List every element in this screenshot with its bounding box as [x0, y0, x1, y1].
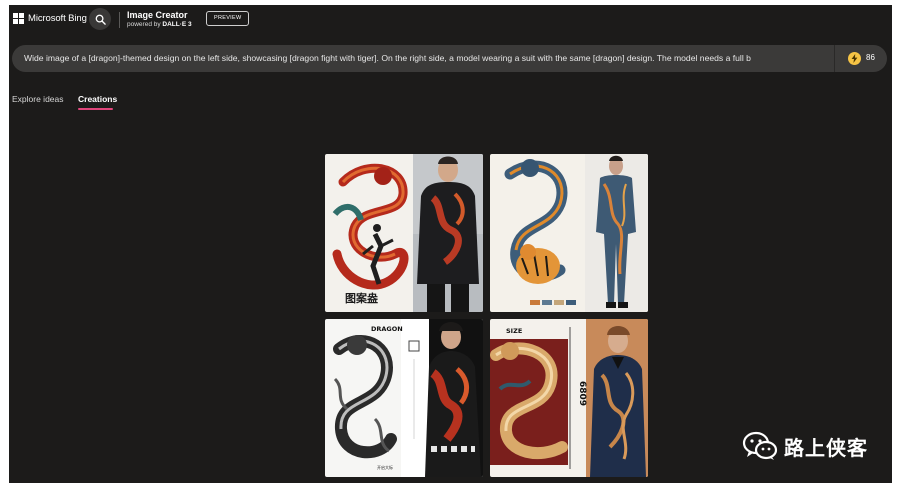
- card3-footer: 开启大标: [377, 464, 393, 470]
- search-button[interactable]: [89, 8, 111, 30]
- product-subtitle: powered by DALL·E 3: [127, 21, 192, 28]
- image-creator-app: Microsoft Bing Image Creator powered by …: [9, 5, 892, 483]
- windows-logo-icon: [13, 13, 24, 24]
- header-divider: [119, 12, 120, 28]
- prompt-input[interactable]: Wide image of a [dragon]-themed design o…: [24, 53, 824, 63]
- preview-badge: PREVIEW: [206, 11, 250, 26]
- tab-explore-ideas[interactable]: Explore ideas: [12, 94, 64, 104]
- card1-caption: 图案盎: [345, 291, 379, 305]
- card3-label: DRAGON: [371, 325, 403, 333]
- boost-count: 86: [866, 53, 875, 62]
- generated-image-1[interactable]: 图案盎: [325, 154, 483, 312]
- generated-image-4[interactable]: SIZE 6809: [490, 319, 648, 477]
- wechat-icon: [742, 431, 778, 460]
- tab-creations[interactable]: Creations: [78, 94, 117, 104]
- generated-image-2[interactable]: [490, 154, 648, 312]
- card4-number: 6809: [577, 381, 587, 406]
- wechat-watermark: 路上侠客: [742, 431, 868, 461]
- generated-image-3[interactable]: DRAGON 开启大标: [325, 319, 483, 477]
- watermark-text: 路上侠客: [784, 437, 868, 460]
- creations-grid: 图案盎 DRAGON 开启大标 SIZE 6809: [325, 154, 649, 477]
- search-icon: [95, 14, 106, 25]
- card4-label: SIZE: [506, 327, 522, 335]
- lightning-icon: [851, 54, 858, 63]
- boost-coin-icon[interactable]: [848, 52, 861, 65]
- product-title[interactable]: Image Creator: [127, 10, 188, 20]
- active-tab-indicator: [78, 108, 113, 110]
- top-bar: Microsoft Bing Image Creator powered by …: [9, 5, 892, 41]
- boost-divider: [834, 45, 835, 72]
- microsoft-bing-logo[interactable]: Microsoft Bing: [13, 13, 87, 24]
- brand-name: Microsoft Bing: [28, 13, 87, 24]
- prompt-bar[interactable]: Wide image of a [dragon]-themed design o…: [12, 45, 887, 72]
